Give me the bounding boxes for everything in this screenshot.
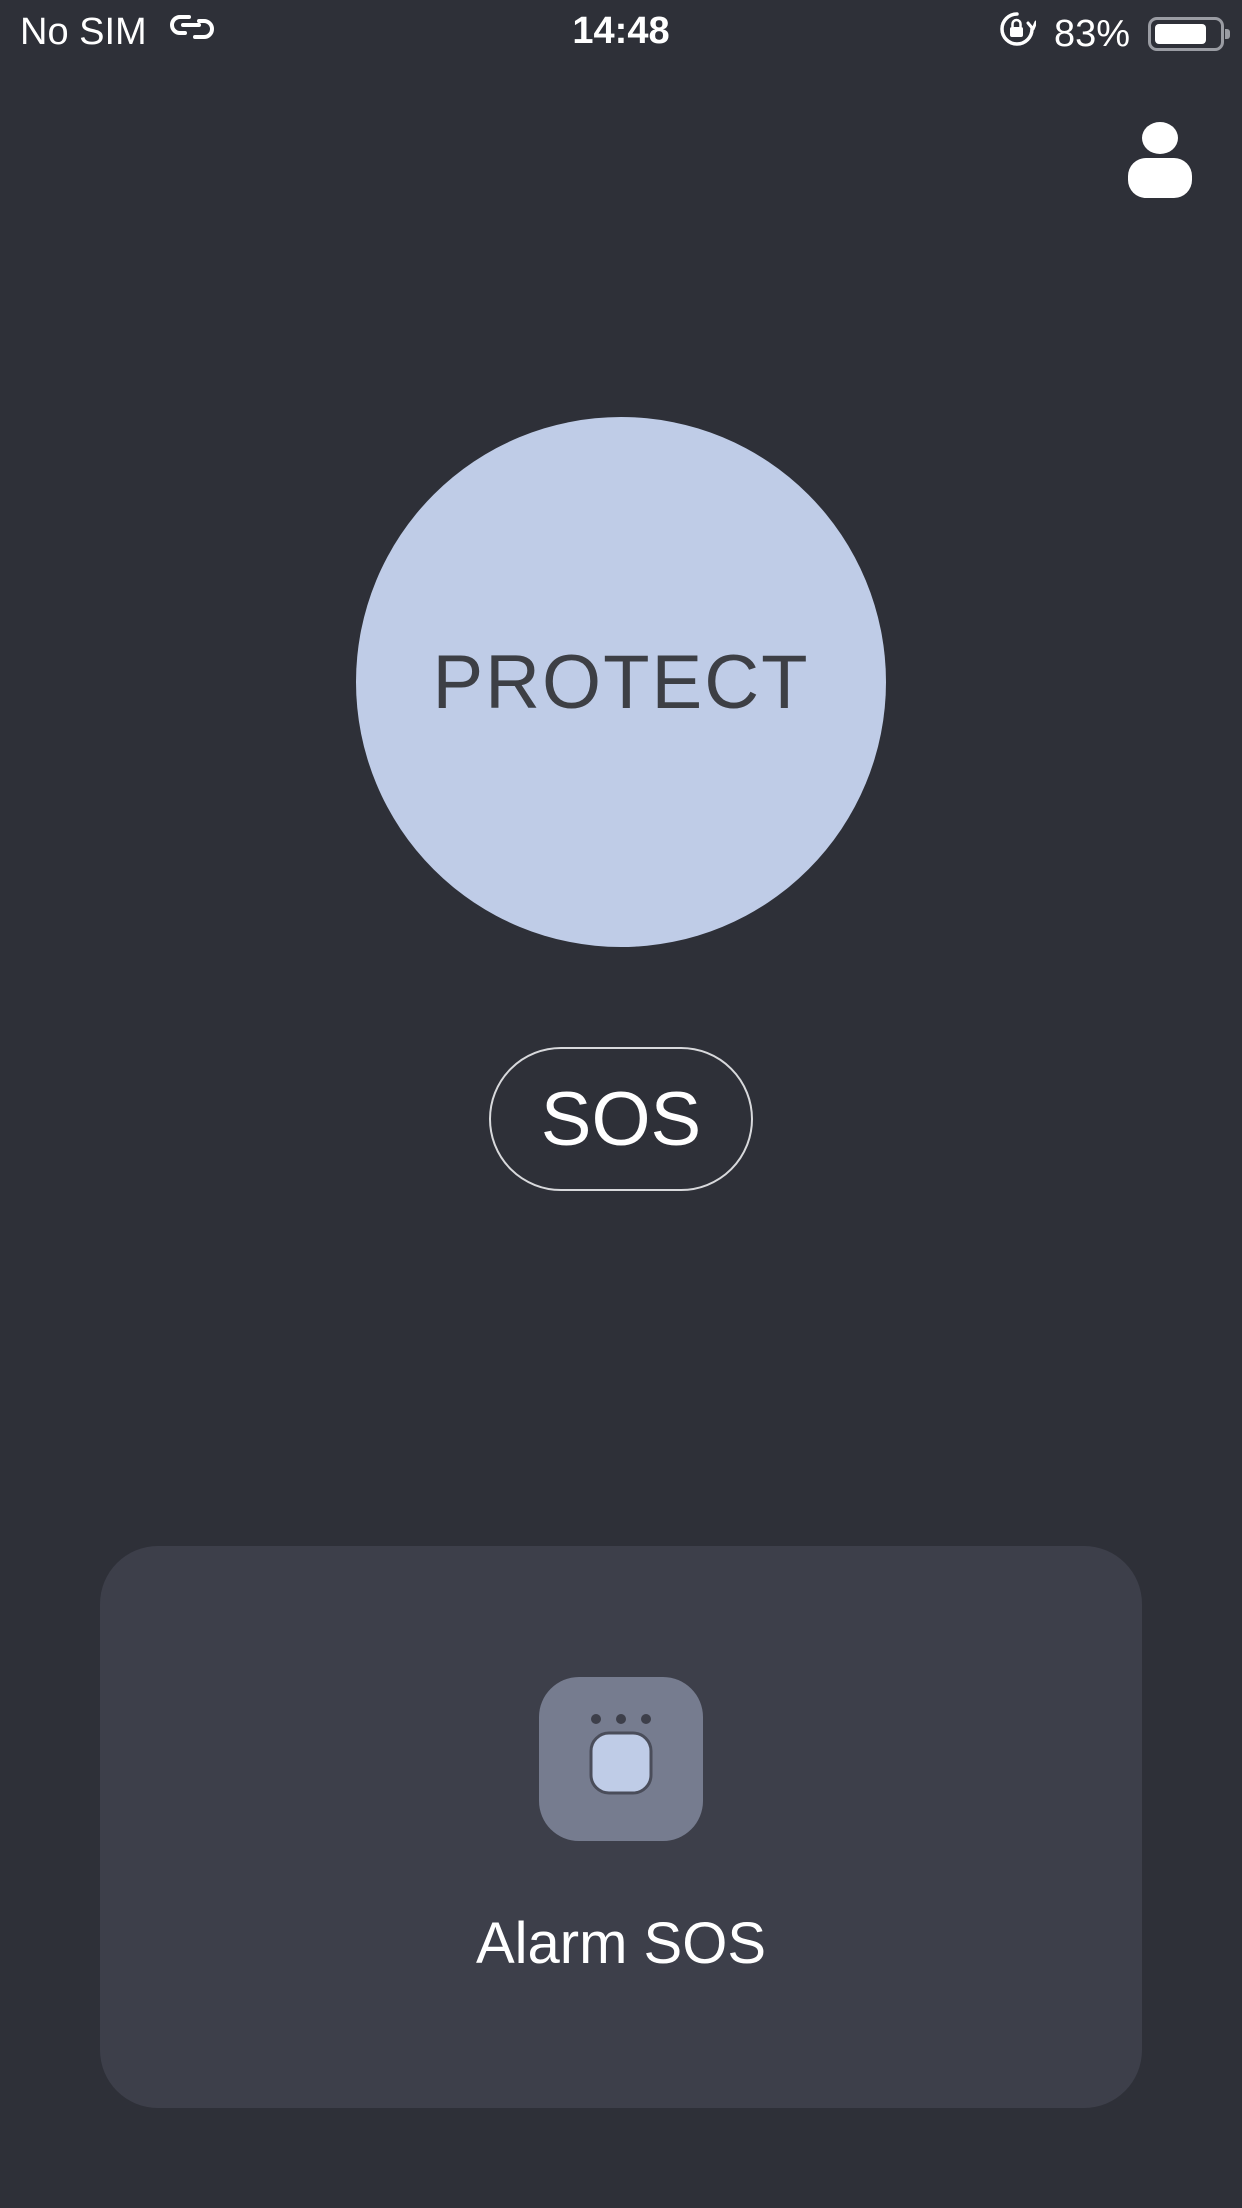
battery-icon bbox=[1148, 17, 1230, 51]
profile-button[interactable] bbox=[1120, 118, 1200, 202]
battery-cap bbox=[1225, 29, 1230, 39]
status-bar-right: 83% bbox=[998, 10, 1230, 58]
sos-button[interactable]: SOS bbox=[489, 1047, 753, 1191]
status-bar-left: No SIM bbox=[20, 10, 215, 54]
alarm-sos-card[interactable]: Alarm SOS bbox=[100, 1546, 1142, 2108]
alarm-device-icon bbox=[539, 1677, 703, 1841]
alarm-sos-label: Alarm SOS bbox=[475, 1911, 767, 1976]
carrier-label: No SIM bbox=[20, 10, 147, 53]
battery-fill bbox=[1155, 24, 1206, 44]
person-icon bbox=[1128, 122, 1192, 198]
sos-label: SOS bbox=[540, 1076, 702, 1162]
battery-percent: 83% bbox=[1053, 12, 1130, 55]
protect-label: PROTECT bbox=[432, 639, 810, 725]
protect-button[interactable]: PROTECT bbox=[356, 417, 886, 947]
rotation-lock-icon bbox=[998, 10, 1038, 58]
status-bar: No SIM 14:48 83% bbox=[0, 0, 1242, 66]
link-icon bbox=[169, 10, 215, 54]
app-screen: No SIM 14:48 83% PROTECT SOS Alarm SOS bbox=[0, 0, 1242, 2208]
